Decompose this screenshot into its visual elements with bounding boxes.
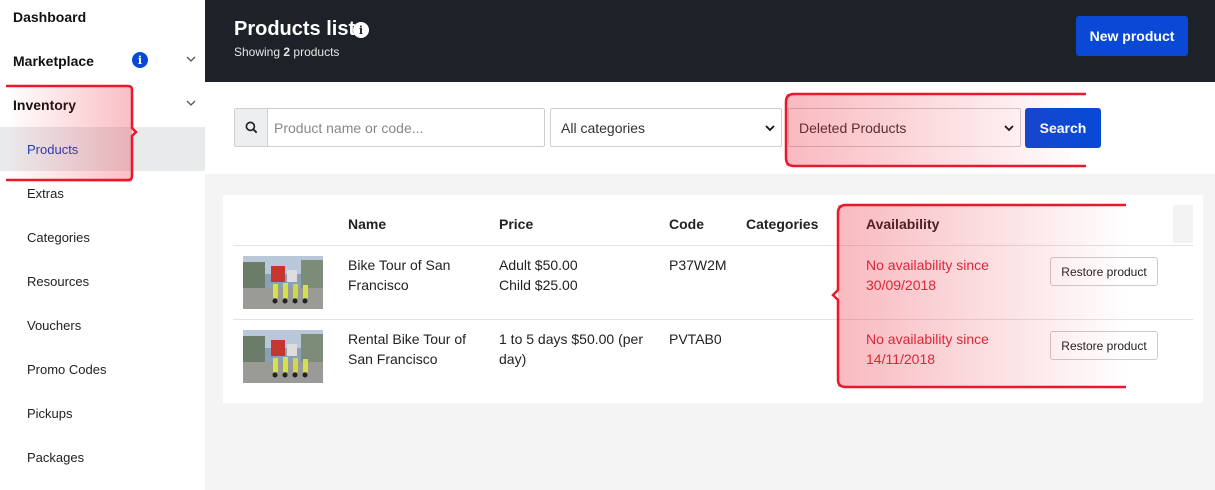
chevron-down-icon: [765, 125, 775, 132]
status-select[interactable]: Deleted Products: [788, 108, 1021, 147]
sidebar: Dashboard Marketplace i Inventory Produc…: [0, 0, 205, 490]
sidebar-item-resources[interactable]: Resources: [0, 259, 205, 303]
products-table: Name Price Code Categories Availability: [223, 195, 1203, 403]
product-code: PVTAB0: [669, 331, 722, 347]
sidebar-item-label: Packages: [27, 449, 85, 465]
chevron-down-icon: [186, 100, 196, 106]
search-addon: [235, 109, 268, 146]
new-product-button[interactable]: New product: [1076, 16, 1188, 56]
sidebar-item-packages[interactable]: Packages: [0, 435, 205, 479]
page-subtitle: Showing 2 products: [234, 45, 340, 59]
status-select-value: Deleted Products: [799, 119, 907, 136]
info-icon[interactable]: i: [132, 52, 148, 68]
sidebar-item-label: Pickups: [27, 405, 73, 421]
column-header-categories: Categories: [746, 216, 819, 232]
sidebar-item-label: Products: [27, 141, 79, 157]
sidebar-item-label: Categories: [27, 229, 90, 245]
sidebar-item-label: Resources: [27, 273, 90, 289]
sidebar-item-label: Promo Codes: [27, 361, 107, 377]
chevron-down-icon: [186, 56, 196, 62]
sidebar-item-label: Inventory: [13, 97, 77, 113]
search-field[interactable]: Product name or code...: [234, 108, 545, 147]
row-divider: [233, 319, 1193, 320]
sidebar-item-label: Vouchers: [27, 317, 82, 333]
sidebar-item-pickups[interactable]: Pickups: [0, 391, 205, 435]
sidebar-item-extras[interactable]: Extras: [0, 171, 205, 215]
product-code: P37W2M: [669, 257, 727, 273]
search-button[interactable]: Search: [1025, 108, 1101, 148]
product-thumbnail[interactable]: [243, 330, 323, 383]
product-price: 1 to 5 days $50.00 (per day): [499, 331, 643, 367]
filter-bar: Product name or code... All categories D…: [205, 82, 1215, 174]
product-price: Adult $50.00 Child $25.00: [499, 257, 578, 293]
sidebar-item-categories[interactable]: Categories: [0, 215, 205, 259]
product-name: Bike Tour of San Francisco: [348, 257, 451, 293]
column-header-code: Code: [669, 216, 704, 232]
search-input[interactable]: Product name or code...: [274, 120, 423, 136]
product-availability: No availability since 30/09/2018: [866, 257, 989, 293]
table-header-filler: [1173, 205, 1193, 243]
column-header-price: Price: [499, 216, 534, 232]
sidebar-item-label: Marketplace: [13, 53, 94, 69]
row-divider: [233, 245, 1193, 246]
sidebar-item-dashboard[interactable]: Dashboard: [0, 0, 205, 39]
product-availability: No availability since 14/11/2018: [866, 331, 989, 367]
category-select-value: All categories: [561, 119, 646, 136]
page-header: Products list i Showing 2 products New p…: [205, 0, 1215, 82]
column-header-name: Name: [348, 216, 387, 232]
category-select[interactable]: All categories: [550, 108, 782, 147]
sidebar-item-marketplace[interactable]: Marketplace i: [0, 39, 205, 83]
sidebar-item-label: Dashboard: [13, 9, 87, 25]
product-thumbnail[interactable]: [243, 256, 323, 309]
restore-product-button[interactable]: Restore product: [1050, 257, 1158, 286]
search-icon: [245, 121, 257, 134]
sidebar-item-inventory[interactable]: Inventory: [0, 83, 205, 127]
sidebar-item-promo-codes[interactable]: Promo Codes: [0, 347, 205, 391]
restore-product-button[interactable]: Restore product: [1050, 331, 1158, 360]
page-title: Products list: [234, 18, 356, 40]
product-name: Rental Bike Tour of San Francisco: [348, 331, 467, 367]
sidebar-item-vouchers[interactable]: Vouchers: [0, 303, 205, 347]
chevron-down-icon: [1004, 125, 1014, 132]
column-header-availability: Availability: [866, 216, 940, 232]
sidebar-item-products[interactable]: Products: [0, 127, 205, 171]
info-icon[interactable]: i: [353, 22, 369, 38]
sidebar-item-label: Extras: [27, 185, 64, 201]
